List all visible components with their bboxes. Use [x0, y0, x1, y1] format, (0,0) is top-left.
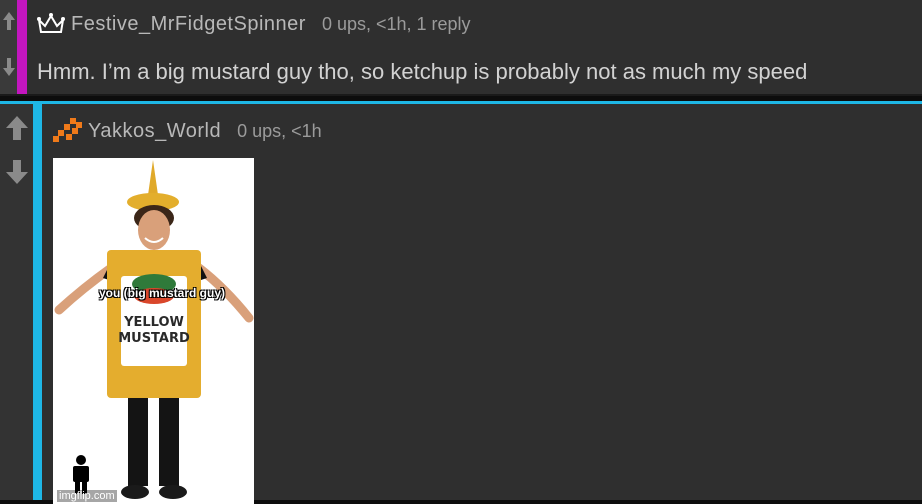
down-arrow-icon — [2, 58, 15, 76]
comment-header: Festive_MrFidgetSpinner 0 ups, <1h, 1 re… — [37, 12, 471, 36]
downvote-button[interactable] — [0, 52, 17, 82]
comment-header: Yakkos_World 0 ups, <1h — [52, 116, 322, 146]
downvote-button[interactable] — [0, 154, 33, 190]
vote-column — [0, 104, 33, 500]
meme-caption: you (big mustard guy) — [99, 286, 225, 300]
meme-image[interactable]: YELLOW MUSTARD you (big mustard guy) img… — [53, 158, 254, 504]
comment-accent-bar — [17, 0, 27, 94]
comment-username[interactable]: Festive_MrFidgetSpinner — [71, 13, 306, 36]
comment-accent-bar — [33, 104, 42, 500]
bottle-label-line2: MUSTARD — [118, 331, 190, 346]
comment-festive: Festive_MrFidgetSpinner 0 ups, <1h, 1 re… — [0, 0, 922, 96]
comment-body: Hmm. I’m a big mustard guy tho, so ketch… — [37, 59, 808, 84]
vote-column — [0, 0, 17, 94]
bottle-label-line1: YELLOW — [123, 315, 184, 330]
crown-icon — [37, 13, 65, 33]
down-arrow-icon — [5, 160, 28, 184]
comment-username[interactable]: Yakkos_World — [88, 120, 221, 143]
up-arrow-icon — [5, 116, 28, 140]
upvote-button[interactable] — [0, 6, 17, 36]
mustard-costume-illustration: YELLOW MUSTARD — [54, 160, 254, 499]
up-arrow-icon — [2, 12, 15, 30]
comment-meta: 0 ups, <1h — [237, 120, 322, 141]
imgflip-watermark: imgflip.com — [57, 490, 117, 502]
comment-meta: 0 ups, <1h, 1 reply — [321, 13, 471, 34]
comment-yakkos: Yakkos_World 0 ups, <1h YELLOW MUSTARD y… — [0, 101, 922, 504]
upvote-button[interactable] — [0, 110, 33, 146]
pixel-avatar-icon — [53, 118, 82, 142]
